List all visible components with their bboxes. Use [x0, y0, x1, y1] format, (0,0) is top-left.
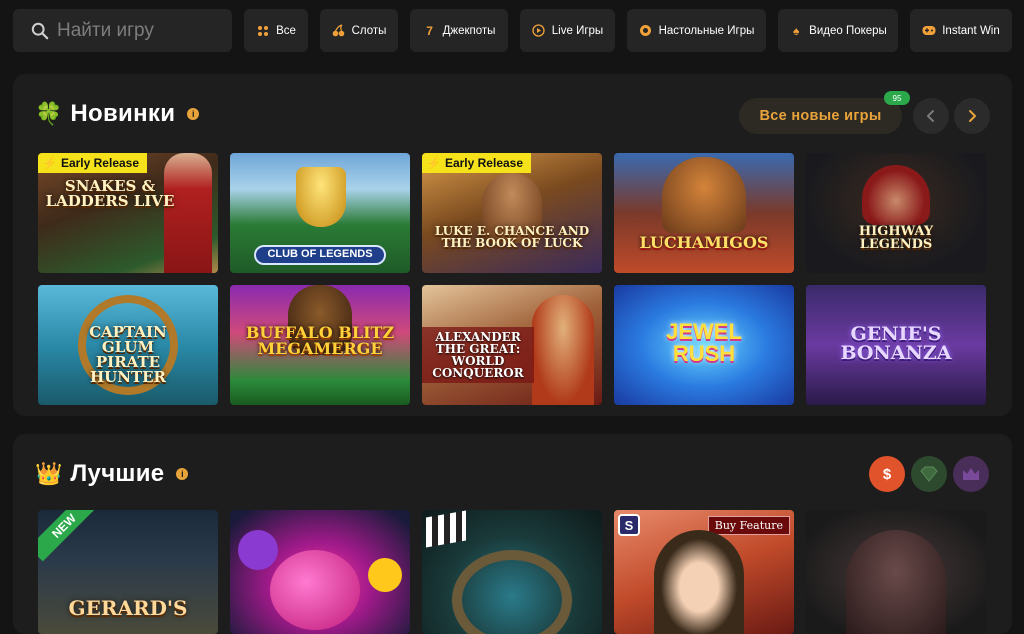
game-title: LUCHAMIGOS: [639, 233, 769, 252]
section-header: 🍀 Новинки i: [35, 100, 200, 128]
category-label: Джекпоты: [442, 24, 496, 37]
money-bag-icon: $: [882, 465, 892, 483]
spade-icon: ♠: [792, 23, 800, 38]
section-title: Лучшие: [70, 460, 165, 487]
game-tile[interactable]: [806, 510, 986, 634]
money-bag-filter-button[interactable]: $: [869, 456, 905, 492]
diamond-filter-button[interactable]: [911, 456, 947, 492]
wheel-image: [452, 550, 572, 634]
category-video-poker[interactable]: ♠ Видео Покеры: [778, 9, 898, 52]
game-tile[interactable]: LUCHAMIGOS: [614, 153, 794, 273]
search-input[interactable]: [57, 19, 227, 42]
chevron-left-icon: [927, 110, 934, 122]
dealer-image: [164, 153, 212, 273]
category-label: Live Игры: [551, 24, 604, 37]
new-count-badge: 95: [884, 91, 910, 105]
game-tile[interactable]: GENIE'S BONANZA: [806, 285, 986, 405]
carousel-prev-button[interactable]: [913, 98, 949, 134]
play-icon: [532, 24, 546, 38]
cherry-icon: [332, 24, 346, 38]
game-tile[interactable]: NEW GERARD'S: [38, 510, 218, 634]
all-new-games-button[interactable]: Все новые игры: [739, 98, 902, 134]
alexander-image: [532, 295, 594, 405]
category-label: Настольные Игры: [658, 24, 755, 37]
category-label: Instant Win: [942, 24, 1000, 37]
game-tile[interactable]: JEWEL RUSH: [614, 285, 794, 405]
section-header: 👑 Лучшие i: [35, 460, 189, 488]
grid-icon: [256, 24, 270, 38]
game-title: CLUB OF LEGENDS: [267, 248, 373, 260]
game-title: ALEXANDER THE GREAT: WORLD CONQUEROR: [422, 327, 534, 383]
geisha-image: [654, 530, 744, 634]
game-title: BUFFALO BLITZ MEGAMERGE: [245, 323, 395, 358]
game-title: CAPTAIN GLUM PIRATE HUNTER: [89, 323, 167, 386]
info-icon[interactable]: i: [176, 468, 189, 480]
game-tile[interactable]: SNAKES & LADDERS LIVE ⚡ Early Release: [38, 153, 218, 273]
category-label: Все: [276, 24, 296, 37]
best-games-section: 👑 Лучшие i $ NEW GERARD'S S Buy Feature: [13, 434, 1012, 634]
trophy-image: [296, 167, 346, 227]
diamond-icon: [920, 466, 938, 482]
game-tile[interactable]: S Buy Feature: [614, 510, 794, 634]
new-games-section: 🍀 Новинки i Все новые игры 95 SNAKES & L…: [13, 74, 1012, 416]
game-tile[interactable]: ALEXANDER THE GREAT: WORLD CONQUEROR: [422, 285, 602, 405]
category-label: Слоты: [351, 24, 387, 37]
category-live[interactable]: Live Игры: [520, 9, 615, 52]
category-table-games[interactable]: Настольные Игры: [627, 9, 766, 52]
search-box[interactable]: [13, 9, 232, 52]
wrestler-image: [662, 157, 746, 233]
game-tile[interactable]: HIGHWAY LEGENDS: [806, 153, 986, 273]
seven-icon: 7: [426, 23, 433, 38]
game-tile[interactable]: BUFFALO BLITZ MEGAMERGE: [230, 285, 410, 405]
section-title: Новинки: [70, 100, 176, 127]
game-tile[interactable]: [230, 510, 410, 634]
game-tile[interactable]: [422, 510, 602, 634]
carousel-next-button[interactable]: [954, 98, 990, 134]
category-jackpots[interactable]: 7 Джекпоты: [410, 9, 508, 52]
game-title: GERARD'S: [68, 596, 188, 620]
game-title: SNAKES & LADDERS LIVE: [45, 177, 175, 210]
category-all[interactable]: Все: [244, 9, 308, 52]
crown-filter-button[interactable]: [953, 456, 989, 492]
game-tile[interactable]: LUKE E. CHANCE AND THE BOOK OF LUCK ⚡ Ear…: [422, 153, 602, 273]
highwayman-image: [862, 165, 930, 225]
chip-icon: [639, 24, 653, 38]
checkered-flag-icon: [426, 510, 466, 548]
game-title: GENIE'S BONANZA: [840, 323, 952, 364]
game-title: JEWEL RUSH: [666, 319, 742, 366]
s-badge-icon: S: [618, 514, 640, 536]
lightning-icon: ⚡: [42, 156, 57, 170]
crown-icon: 👑: [35, 461, 63, 486]
category-label: Видео Покеры: [809, 24, 887, 37]
early-release-badge: ⚡ Early Release: [422, 153, 532, 173]
game-title: HIGHWAY LEGENDS: [858, 224, 934, 252]
search-icon: [31, 22, 49, 39]
top-bar: Все Слоты 7 Джекпоты Live Игры Настольны…: [0, 0, 1024, 62]
info-icon[interactable]: i: [187, 108, 200, 120]
early-release-badge: ⚡ Early Release: [38, 153, 148, 173]
game-title: LUKE E. CHANCE AND THE BOOK OF LUCK: [434, 224, 590, 250]
category-slots[interactable]: Слоты: [320, 9, 398, 52]
category-instant-win[interactable]: Instant Win: [910, 9, 1012, 52]
crown-icon: [963, 468, 979, 480]
gamepad-icon: [922, 24, 936, 38]
new-ribbon: NEW: [38, 510, 100, 562]
warrior-image: [846, 530, 946, 634]
lightning-icon: ⚡: [426, 156, 441, 170]
game-tile[interactable]: CLUB OF LEGENDS: [230, 153, 410, 273]
chevron-right-icon: [969, 110, 976, 122]
monster-image: [270, 550, 360, 630]
buy-feature-badge: Buy Feature: [707, 516, 790, 535]
game-tile[interactable]: CAPTAIN GLUM PIRATE HUNTER: [38, 285, 218, 405]
clover-icon: 🍀: [35, 101, 63, 126]
